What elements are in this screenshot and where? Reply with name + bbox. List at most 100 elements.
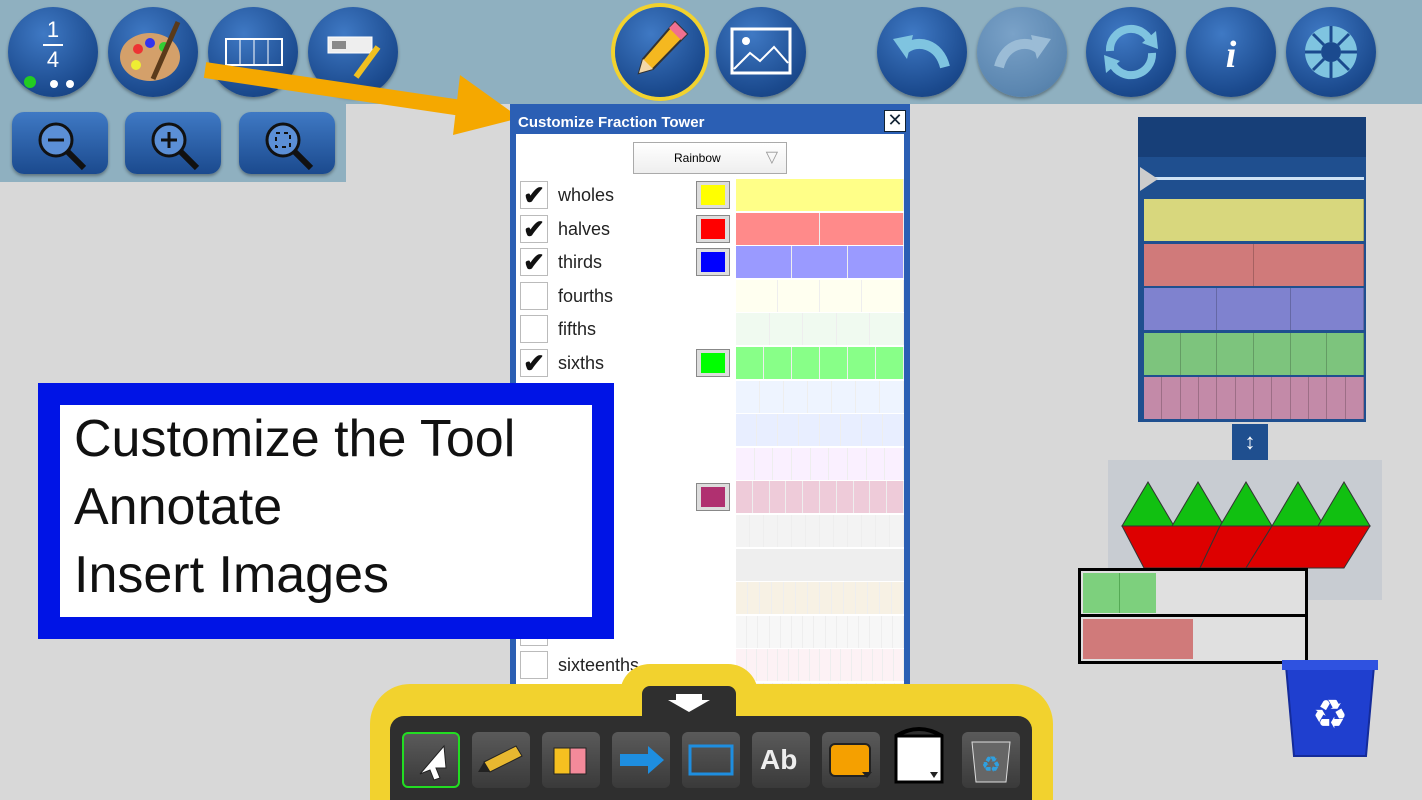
tower-segment[interactable] [1327,332,1365,375]
row-preview-segment [736,313,770,346]
tower-segment[interactable] [1144,377,1163,419]
tower-row[interactable] [1144,243,1364,286]
refresh-button[interactable] [1086,7,1176,97]
row-checkbox[interactable]: ✔ [520,214,548,243]
tower-row[interactable] [1144,332,1365,375]
tower-segment[interactable] [1198,377,1218,419]
arrow-tool-button[interactable] [612,732,670,788]
tower-segment[interactable] [1144,288,1218,330]
preset-select[interactable]: Rainbow ▽ [633,142,787,174]
row-preview-segment [841,414,862,447]
tower-segment[interactable] [1162,377,1181,419]
paint-bucket-button[interactable] [890,727,948,788]
row-preview-segment [760,380,784,413]
row-color-swatch[interactable] [696,483,730,512]
insert-image-button[interactable] [716,7,806,97]
tower-segment[interactable] [1180,377,1199,419]
row-checkbox[interactable]: ✔ [520,349,548,377]
redo-button[interactable] [977,7,1067,97]
row-preview-segment [736,414,757,447]
tower-segment[interactable] [1290,288,1364,330]
resize-handle-icon[interactable]: ↕ [1232,424,1268,460]
tower-segment[interactable] [1180,332,1218,375]
row-checkbox[interactable]: ✔ [520,248,548,277]
svg-text:♻: ♻ [981,753,1001,778]
fraction-button[interactable]: 1 4 [8,7,98,97]
row-preview-segment [892,615,904,648]
row-checkbox[interactable] [520,281,548,310]
row-color-swatch[interactable] [696,248,730,277]
rectangle-tool-button[interactable] [682,732,740,788]
row-preview-segment [832,582,844,615]
info-button[interactable]: i [1186,7,1276,97]
row-preview-segment [876,515,890,547]
row-checkbox[interactable]: ✔ [520,181,548,209]
tower-segment[interactable] [1345,377,1364,419]
row-preview-bars [736,212,904,245]
fraction-row: ✔ thirds [516,245,904,279]
row-preview-segment [767,649,778,682]
tower-slider-handle[interactable] [1140,167,1158,191]
row-preview-segment [829,447,849,480]
tower-segment[interactable] [1144,332,1181,375]
row-color-swatch[interactable] [696,181,730,209]
info-icon: i [1226,34,1237,76]
tower-segment[interactable] [1253,377,1273,419]
pen-tool-button[interactable] [472,732,530,788]
row-preview-segment [788,649,799,682]
row-preview-segment [803,615,815,648]
tower-segment[interactable] [1308,377,1328,419]
tower-row[interactable] [1144,199,1364,241]
row-checkbox[interactable] [520,651,548,680]
settings-button[interactable] [1286,7,1376,97]
row-label: fourths [558,285,614,306]
row-preview-bars [736,649,904,682]
row-checkbox[interactable] [520,315,548,344]
row-preview-segment [848,548,862,581]
row-preview-segment [792,515,806,547]
tower-row[interactable] [1144,377,1364,419]
fill-color-button[interactable] [822,732,880,788]
row-preview-segment [856,582,868,615]
tower-segment[interactable] [1217,332,1255,375]
fraction-tower [1138,117,1366,422]
highlighter-icon [553,747,587,775]
fraction-strip-green[interactable] [1078,568,1308,618]
svg-text:i: i [1226,34,1237,76]
close-icon[interactable]: ✕ [884,110,906,132]
highlighter-tool-button[interactable] [542,732,600,788]
tower-segment[interactable] [1254,332,1291,375]
tower-segment[interactable] [1254,243,1364,286]
select-tool-button[interactable] [402,732,460,788]
zoom-out-button[interactable] [12,112,108,174]
dialog-title: Customize Fraction Tower [518,114,705,131]
trash-button[interactable]: ♻ [962,732,1020,788]
arrow-down-icon [668,694,710,712]
tower-segment[interactable] [1217,288,1291,330]
row-preview-segment [736,548,750,581]
recycle-bin-icon[interactable]: ♻ [1282,658,1378,758]
tower-segment[interactable] [1144,243,1254,286]
row-preview-segment [862,649,873,682]
row-preview-segment [750,548,764,581]
row-preview-segment [876,548,890,581]
undo-button[interactable] [877,7,967,97]
tower-segment[interactable] [1235,377,1254,419]
tower-slider-track[interactable] [1144,177,1364,180]
row-preview-segment [880,582,892,615]
pencil-button[interactable] [615,7,705,97]
row-color-swatch[interactable] [696,349,730,377]
tower-row[interactable] [1144,288,1364,330]
fraction-strip-red[interactable] [1078,614,1308,664]
tower-segment[interactable] [1217,377,1236,419]
text-tool-button[interactable]: Ab [752,732,810,788]
tower-segment[interactable] [1272,377,1291,419]
row-preview-segment [769,615,781,648]
tower-segment[interactable] [1327,377,1346,419]
tower-segment[interactable] [1290,377,1309,419]
tower-segment[interactable] [1144,199,1364,241]
row-color-swatch[interactable] [696,214,730,243]
palette-button[interactable] [108,7,198,97]
tower-segment[interactable] [1290,332,1328,375]
collapse-toolbar-button[interactable] [642,686,736,718]
